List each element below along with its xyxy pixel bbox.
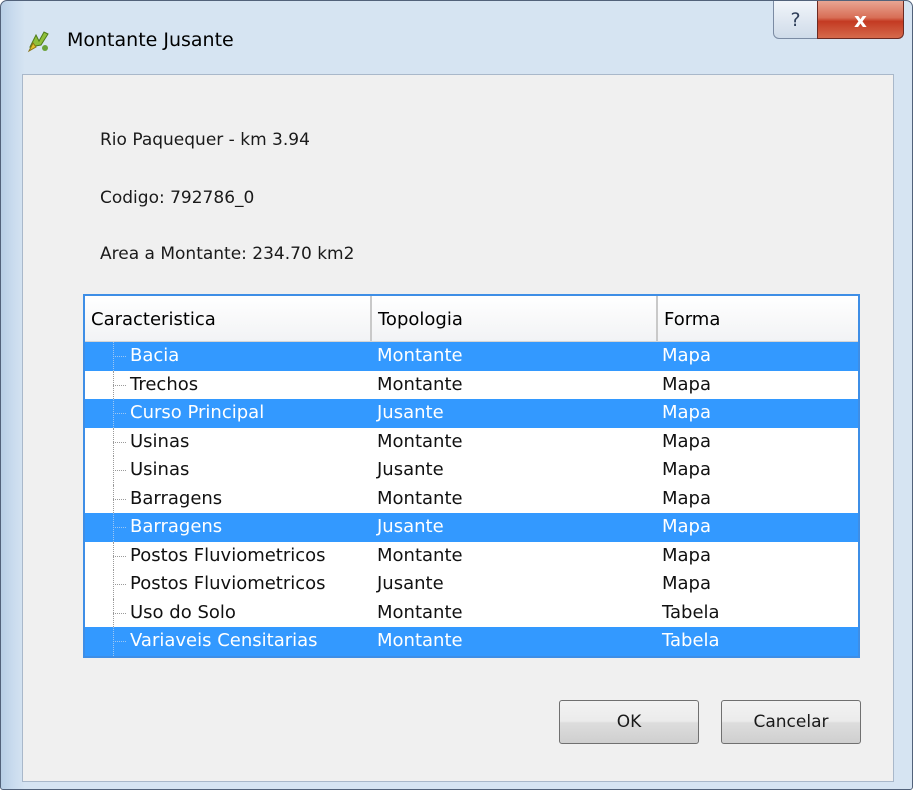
cell-topologia: Montante — [377, 487, 463, 509]
cell-topologia: Jusante — [377, 573, 444, 594]
tree-branch-line — [113, 513, 129, 542]
cell-forma: Mapa — [662, 487, 712, 509]
cell-topologia: Jusante — [377, 459, 444, 480]
tree-row[interactable]: Usinas Jusante Mapa — [85, 456, 858, 485]
tree-row[interactable]: Postos Fluviometricos Jusante Mapa — [85, 570, 858, 599]
cell-topologia: Montante — [377, 630, 463, 651]
tree-row[interactable]: Curso Principal Jusante Mapa — [85, 399, 858, 428]
help-button[interactable]: ? — [773, 1, 818, 39]
cell-forma: Mapa — [662, 373, 712, 395]
cell-forma: Mapa — [662, 573, 712, 594]
qgis-icon — [27, 29, 51, 53]
column-header-topologia[interactable]: Topologia — [372, 296, 658, 341]
tree-branch-line — [113, 456, 129, 485]
tree-row[interactable]: Usinas Montante Mapa — [85, 427, 858, 456]
tree-branch-line — [113, 427, 129, 456]
tree-row[interactable]: Variaveis Censitarias Montante Tabela — [85, 627, 858, 656]
cell-caracteristica: Usinas — [130, 459, 190, 480]
cell-forma: Mapa — [662, 345, 712, 366]
tree-row[interactable]: Trechos Montante Mapa — [85, 370, 858, 399]
tree-branch-line — [113, 399, 129, 428]
column-header-caracteristica[interactable]: Caracteristica — [85, 296, 372, 341]
tree-branch-line — [113, 370, 129, 399]
cell-caracteristica: Postos Fluviometricos — [130, 573, 326, 594]
tree-row[interactable]: Barragens Montante Mapa — [85, 484, 858, 513]
tree-branch-line — [113, 598, 129, 627]
title-bar[interactable]: Montante Jusante ? x — [1, 1, 912, 75]
cell-caracteristica: Barragens — [130, 487, 223, 509]
code-label: Codigo: 792786_0 — [100, 188, 255, 208]
cell-forma: Mapa — [662, 516, 712, 537]
cell-topologia: Montante — [377, 430, 463, 452]
cancel-button[interactable]: Cancelar — [721, 700, 861, 744]
tree-branch-line — [113, 484, 129, 513]
cell-caracteristica: Uso do Solo — [130, 601, 236, 623]
characteristics-tree[interactable]: Caracteristica Topologia Forma Bacia Mont… — [83, 294, 860, 658]
close-button[interactable]: x — [817, 1, 904, 39]
tree-rows: Bacia Montante Mapa Trechos Montante Mapa Curs… — [85, 342, 858, 656]
close-icon: x — [854, 7, 867, 32]
tree-header: Caracteristica Topologia Forma — [85, 296, 858, 342]
column-header-forma[interactable]: Forma — [658, 296, 858, 341]
tree-branch-line — [113, 541, 129, 570]
cell-caracteristica: Usinas — [130, 430, 190, 452]
cell-caracteristica: Postos Fluviometricos — [130, 544, 326, 566]
cell-topologia: Montante — [377, 373, 463, 395]
tree-branch-line — [113, 570, 129, 599]
cell-caracteristica: Trechos — [130, 373, 199, 395]
cell-forma: Mapa — [662, 402, 712, 423]
cell-caracteristica: Variaveis Censitarias — [130, 630, 318, 651]
cell-topologia: Jusante — [377, 516, 444, 537]
cell-forma: Mapa — [662, 459, 712, 480]
ok-button[interactable]: OK — [559, 700, 699, 744]
cell-caracteristica: Bacia — [130, 345, 180, 366]
tree-branch-line — [113, 627, 129, 656]
river-label: Rio Paquequer - km 3.94 — [100, 130, 310, 150]
tree-row[interactable]: Uso do Solo Montante Tabela — [85, 598, 858, 627]
window-title: Montante Jusante — [67, 29, 234, 51]
tree-row[interactable]: Barragens Jusante Mapa — [85, 513, 858, 542]
cell-topologia: Montante — [377, 601, 463, 623]
help-icon: ? — [790, 8, 801, 31]
cell-caracteristica: Curso Principal — [130, 402, 265, 423]
cell-topologia: Jusante — [377, 402, 444, 423]
tree-branch-line — [113, 342, 129, 371]
cell-forma: Tabela — [662, 601, 720, 623]
tree-row[interactable]: Postos Fluviometricos Montante Mapa — [85, 541, 858, 570]
cell-forma: Mapa — [662, 430, 712, 452]
cell-forma: Tabela — [662, 630, 720, 651]
cell-topologia: Montante — [377, 345, 463, 366]
cell-caracteristica: Barragens — [130, 516, 223, 537]
area-label: Area a Montante: 234.70 km2 — [100, 244, 355, 264]
tree-row[interactable]: Bacia Montante Mapa — [85, 342, 858, 371]
cell-forma: Mapa — [662, 544, 712, 566]
cell-topologia: Montante — [377, 544, 463, 566]
